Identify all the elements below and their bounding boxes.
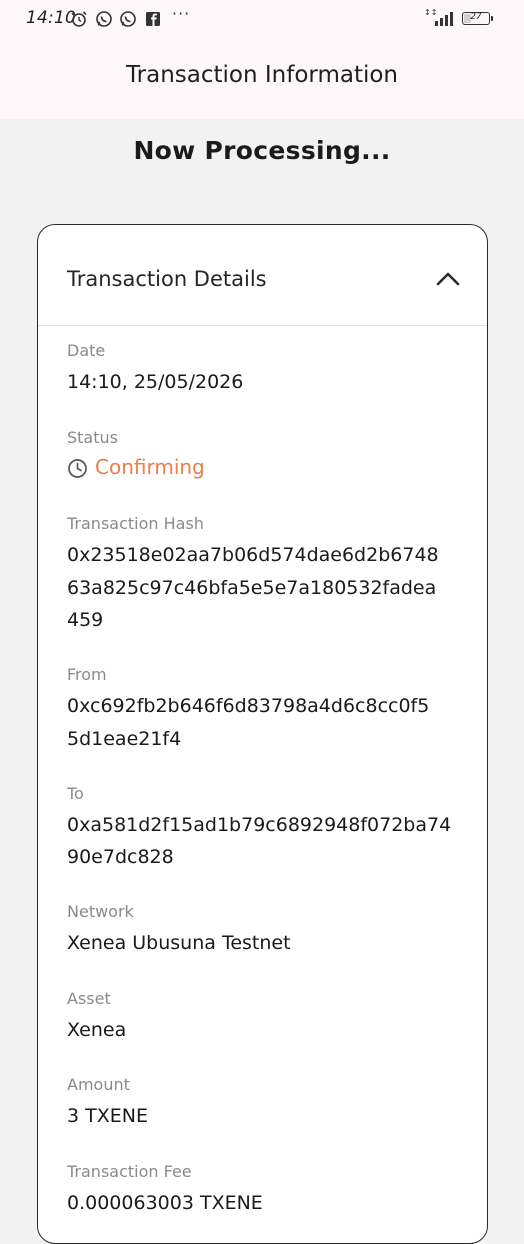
alarm-icon <box>71 11 87 27</box>
transaction-fee-label: Transaction Fee <box>67 1162 192 1181</box>
amount-value: 3 TXENE <box>67 1105 148 1127</box>
processing-heading: Now Processing... <box>133 136 391 165</box>
asset-value: Xenea <box>67 1019 127 1041</box>
signal-strength-icon <box>435 12 453 26</box>
card-title: Transaction Details <box>67 267 267 291</box>
chevron-up-icon[interactable] <box>435 269 461 289</box>
transaction-hash-line-1: 0x23518e02aa7b06d574dae6d2b6748 <box>67 544 439 566</box>
to-address-line-1: 0xa581d2f15ad1b79c6892948f072ba74 <box>67 814 452 836</box>
to-label: To <box>67 784 84 803</box>
whatsapp-icon <box>120 11 136 27</box>
asset-label: Asset <box>67 989 111 1008</box>
date-value: 14:10, 25/05/2026 <box>67 371 244 393</box>
battery-level: 27 <box>470 12 482 22</box>
whatsapp-icon <box>96 11 112 27</box>
transaction-fee-value: 0.000063003 TXENE <box>67 1192 263 1214</box>
card-header[interactable]: Transaction Details <box>38 225 487 326</box>
status-label: Status <box>67 428 118 447</box>
transaction-hash-line-2: 63a825c97c46bfa5e5e7a180532fadea <box>67 577 437 599</box>
transaction-hash-line-3: 459 <box>67 609 104 631</box>
from-address-line-1: 0xc692fb2b646f6d83798a4d6c8cc0f5 <box>67 695 430 717</box>
facebook-icon <box>146 12 160 26</box>
from-label: From <box>67 665 107 684</box>
network-label: Network <box>67 902 134 921</box>
status-value: Confirming <box>95 455 205 479</box>
from-address-line-2: 5d1eae21f4 <box>67 728 182 750</box>
to-address-line-2: 90e7dc828 <box>67 846 174 868</box>
transaction-hash-label: Transaction Hash <box>67 514 204 533</box>
battery-icon: 27 <box>462 12 490 25</box>
network-value: Xenea Ubusuna Testnet <box>67 932 291 954</box>
amount-label: Amount <box>67 1075 130 1094</box>
page-title: Transaction Information <box>125 62 399 88</box>
status-bar: 14:10 ··· ↕↕ 27 <box>0 0 524 38</box>
status-time: 14:10 <box>26 8 76 28</box>
date-label: Date <box>67 341 106 360</box>
clock-icon <box>68 459 87 478</box>
battery-tip <box>491 16 493 21</box>
more-notifications-icon: ··· <box>172 4 191 23</box>
